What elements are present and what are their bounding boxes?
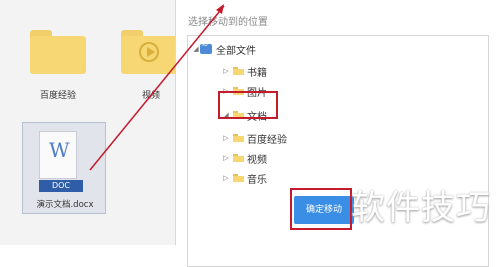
arrow-head: [216, 4, 224, 14]
arrow-line: [89, 5, 225, 171]
watermark: 软件技巧: [351, 188, 491, 228]
